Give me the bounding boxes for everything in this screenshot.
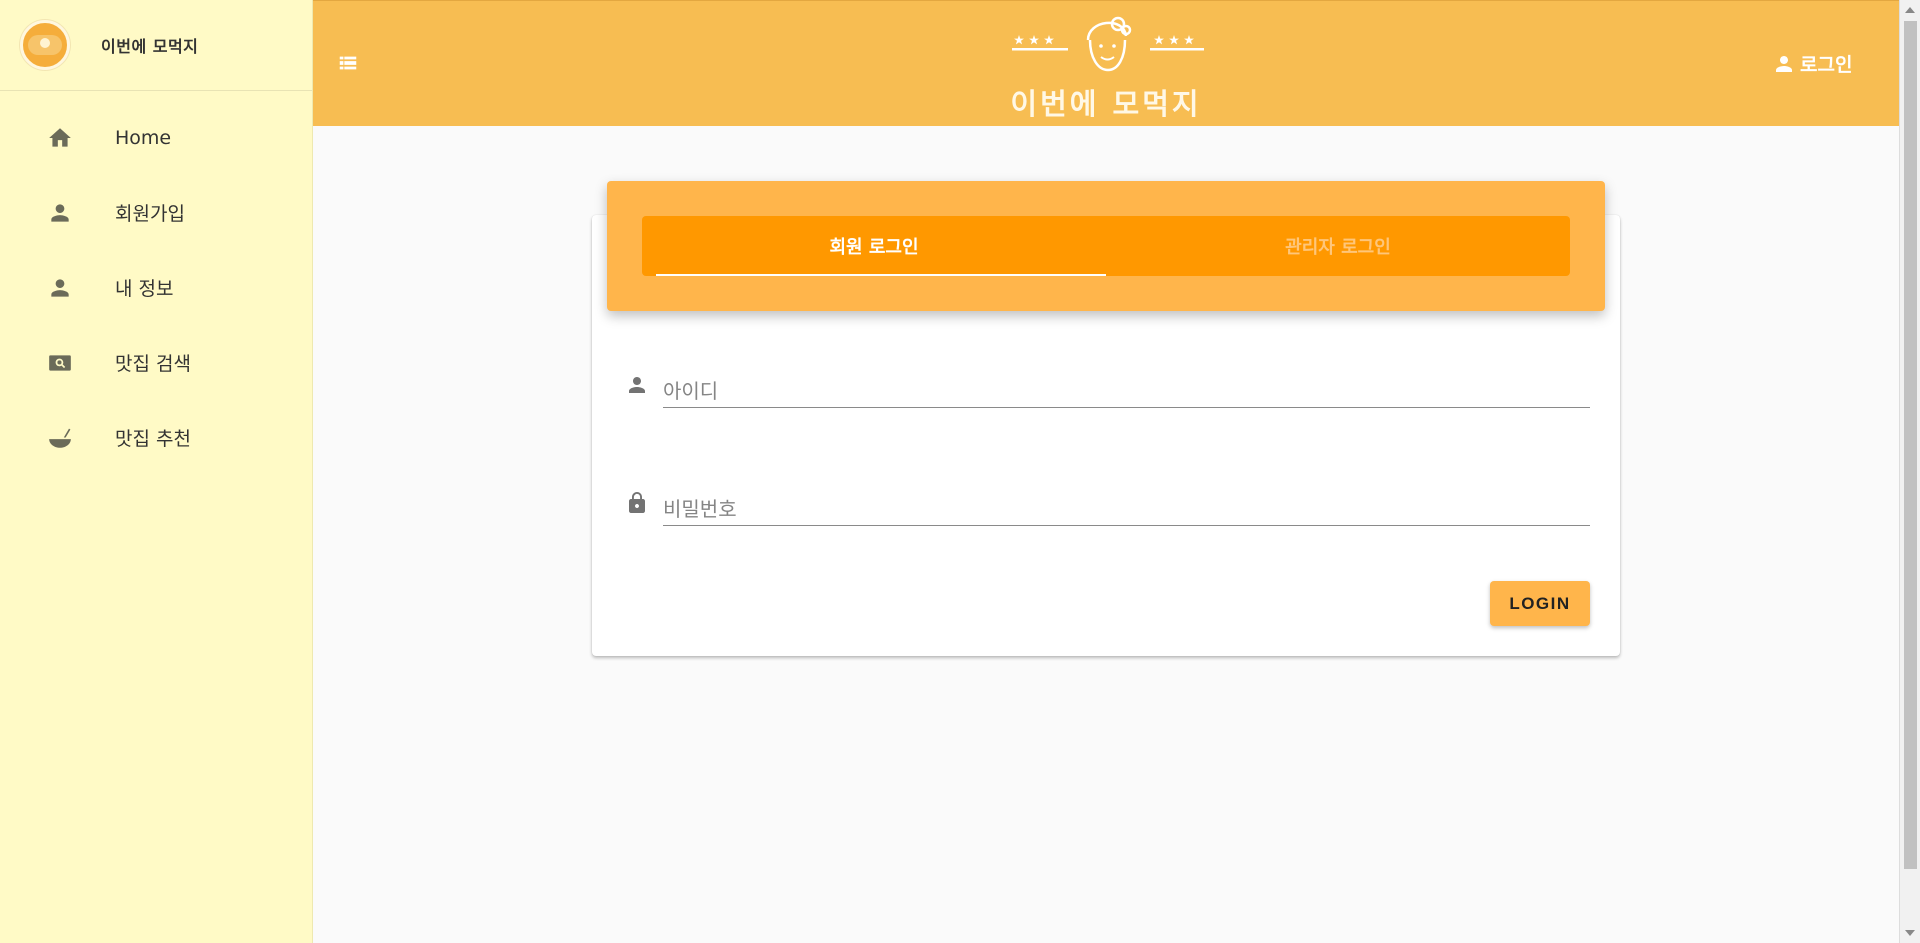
person-icon [625,372,649,400]
sidebar-item-restaurant-recommend[interactable]: 맛집 추천 [0,400,312,475]
lock-icon [625,490,649,518]
scroll-thumb[interactable] [1904,21,1917,869]
sidebar: 이번에 모먹지 Home 회원가입 내 정보 맛집 검색 맛집 추천 [0,0,313,943]
sidebar-item-label: 맛집 검색 [115,353,191,375]
brand-title: 이번에 모먹지 [101,37,199,56]
sidebar-item-signup[interactable]: 회원가입 [0,175,312,250]
scroll-down-icon[interactable] [1905,930,1915,936]
sidebar-nav: Home 회원가입 내 정보 맛집 검색 맛집 추천 [0,100,312,475]
tab-label: 관리자 로그인 [1285,237,1391,258]
password-input[interactable] [663,480,1590,526]
list-view-icon[interactable] [337,52,359,74]
top-bar: 이번에 모먹지 로그인 [313,0,1899,126]
sidebar-item-home[interactable]: Home [0,100,312,175]
brand[interactable]: 이번에 모먹지 [0,0,312,91]
brand-logo [20,20,70,70]
tab-member-login[interactable]: 회원 로그인 [642,216,1106,276]
header-login-label: 로그인 [1800,54,1853,76]
person-icon [1776,55,1792,72]
login-card-header: 회원 로그인 관리자 로그인 [607,181,1605,311]
person-icon [46,199,74,227]
sidebar-item-restaurant-search[interactable]: 맛집 검색 [0,325,312,400]
login-button[interactable]: LOGIN [1490,581,1590,626]
tab-label: 회원 로그인 [829,237,919,258]
sidebar-item-my-info[interactable]: 내 정보 [0,250,312,325]
sidebar-item-label: 맛집 추천 [115,428,191,450]
image-search-icon [46,349,74,377]
password-field [625,480,1590,530]
person-icon [46,274,74,302]
login-tabs: 회원 로그인 관리자 로그인 [642,216,1570,276]
header-login-link[interactable]: 로그인 [1772,50,1852,77]
username-field [625,362,1590,412]
tab-admin-login[interactable]: 관리자 로그인 [1106,216,1570,276]
page-title: 이번에 모먹지 [1010,87,1202,121]
username-input[interactable] [663,362,1590,408]
home-icon [46,124,74,152]
sidebar-item-label: 내 정보 [115,278,174,300]
active-tab-indicator [656,274,1106,276]
chef-logo-icon [1004,10,1206,75]
sidebar-item-label: 회원가입 [115,203,185,225]
sidebar-item-label: Home [115,126,172,149]
scroll-up-icon[interactable] [1905,7,1915,13]
bowl-icon [46,424,74,452]
page-scrollbar[interactable] [1899,0,1920,943]
